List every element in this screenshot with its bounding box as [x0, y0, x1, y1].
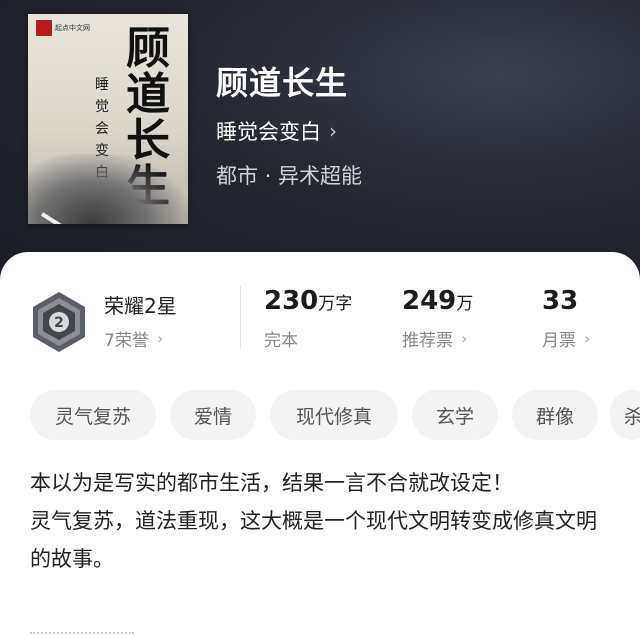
honor-count: 7荣誉: [104, 331, 149, 351]
stat-value: 249: [402, 286, 457, 316]
author-link[interactable]: 睡觉会变白 ›: [216, 116, 337, 146]
tag-list: 灵气复苏 爱情 现代修真 玄学 群像 杀: [30, 390, 640, 440]
stat-value: 33: [542, 286, 579, 316]
stat-label: 推荐票: [402, 331, 453, 351]
stat-label: 月票: [542, 331, 576, 351]
hexagon-badge-icon: 2: [33, 292, 85, 352]
tag-chip[interactable]: 杀: [610, 390, 640, 440]
stat-recommend-votes[interactable]: 249万 推荐票 ›: [402, 286, 473, 351]
cover-author-char: 睡: [95, 77, 109, 93]
badge-number: 2: [54, 315, 64, 331]
author-name: 睡觉会变白: [216, 120, 321, 144]
stat-word-count: 230万字 完本: [264, 286, 352, 351]
publisher-seal-icon: [36, 20, 52, 36]
description-paragraph: 灵气复苏，道法重现，这大概是一个现代文明转变成修真文明的故事。: [30, 509, 597, 571]
tag-chip[interactable]: 玄学: [412, 390, 498, 440]
stat-monthly-votes[interactable]: 33 月票 ›: [542, 286, 590, 351]
chevron-right-icon: ›: [156, 329, 164, 348]
book-description[interactable]: 本以为是写实的都市生活，结果一言不合就改设定！ 灵气复苏，道法重现，这大概是一个…: [30, 464, 610, 578]
cover-ink-wash: [28, 154, 188, 224]
publisher-name: 起点中文网: [55, 24, 90, 32]
stats-row: 2 荣耀2星 7荣誉 › 230万字 完本 249万 推荐票 › 33 月票 ›: [0, 252, 640, 372]
stats-divider: [240, 286, 241, 348]
chevron-right-icon: ›: [461, 329, 468, 348]
cover-title-char: 道: [126, 69, 170, 120]
honor-title: 荣耀2星: [104, 294, 177, 318]
cover-title-char: 顾: [126, 23, 170, 74]
cover-author-char: 会: [95, 121, 109, 137]
stat-label: 完本: [264, 331, 298, 351]
honor-link[interactable]: 7荣誉 ›: [104, 326, 163, 351]
cover-author-char: 觉: [95, 99, 109, 115]
stat-value: 230: [264, 286, 319, 316]
tag-chip[interactable]: 灵气复苏: [30, 390, 156, 440]
book-genre: 都市 · 异术超能: [216, 164, 363, 188]
book-cover[interactable]: 起点中文网 顾 道 长 生 睡 觉 会 变 白 · 著: [28, 14, 188, 224]
tag-chip[interactable]: 现代修真: [270, 390, 398, 440]
tag-chip[interactable]: 爱情: [170, 390, 256, 440]
chevron-right-icon: ›: [584, 329, 591, 348]
book-title: 顾道长生: [216, 64, 349, 102]
description-paragraph: 本以为是写实的都市生活，结果一言不合就改设定！: [30, 471, 513, 495]
stat-unit: 万字: [318, 294, 353, 314]
more-divider: [30, 632, 134, 634]
book-detail-sheet: 2 荣耀2星 7荣誉 › 230万字 完本 249万 推荐票 › 33 月票 › 灵…: [0, 252, 640, 636]
chevron-right-icon: ›: [329, 119, 337, 143]
publisher-logo: 起点中文网: [36, 20, 90, 36]
tag-chip[interactable]: 群像: [512, 390, 598, 440]
stat-unit: 万: [456, 294, 474, 314]
